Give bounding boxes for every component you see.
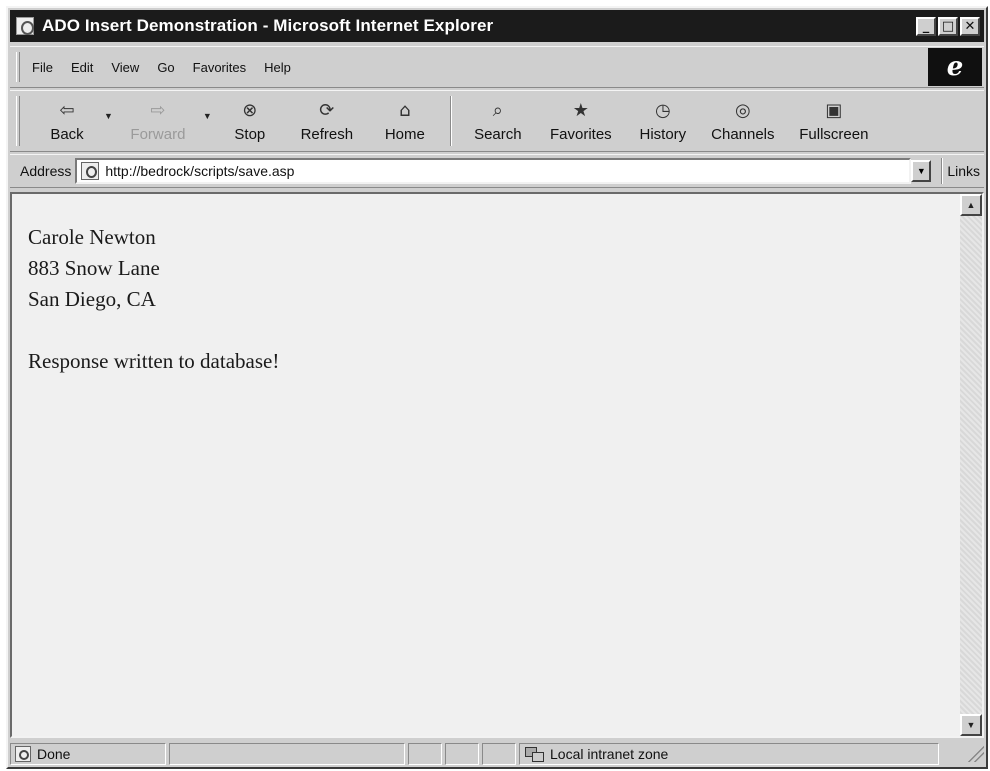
- local-intranet-icon: [524, 746, 544, 762]
- menu-bar: File Edit View Go Favorites Help e: [10, 46, 984, 88]
- stop-icon: ⊗: [242, 100, 258, 121]
- back-button[interactable]: ⇦ Back: [32, 93, 102, 149]
- fullscreen-label: Fullscreen: [799, 125, 869, 143]
- forward-button[interactable]: ⇨ Forward: [115, 93, 201, 149]
- menu-grip[interactable]: [16, 52, 20, 82]
- toolbar-separator: [449, 96, 452, 146]
- history-label: History: [639, 125, 687, 143]
- zone-text: Local intranet zone: [550, 746, 669, 762]
- browser-window: ADO Insert Demonstration - Microsoft Int…: [6, 6, 988, 769]
- menu-help[interactable]: Help: [264, 60, 291, 75]
- back-label: Back: [50, 125, 84, 143]
- search-button[interactable]: ⌕ Search: [460, 93, 536, 149]
- stop-button[interactable]: ⊗ Stop: [214, 93, 286, 149]
- search-label: Search: [474, 125, 522, 143]
- status-text-panel: Done: [10, 743, 166, 765]
- status-text: Done: [37, 746, 71, 762]
- fullscreen-button[interactable]: ▣ Fullscreen: [786, 93, 882, 149]
- minimize-button[interactable]: _: [916, 16, 936, 36]
- refresh-button[interactable]: ⟳ Refresh: [286, 93, 368, 149]
- status-panel: [408, 743, 442, 765]
- title-bar[interactable]: ADO Insert Demonstration - Microsoft Int…: [10, 10, 984, 42]
- channels-icon: ◎: [734, 100, 751, 121]
- status-panel: [445, 743, 479, 765]
- home-button[interactable]: ⌂ Home: [368, 93, 442, 149]
- address-label: Address: [20, 163, 72, 179]
- forward-arrow-icon: ⇨: [150, 100, 166, 121]
- street-line: 883 Snow Lane: [28, 256, 160, 280]
- favorites-button[interactable]: ★ Favorites: [536, 93, 626, 149]
- vertical-scrollbar[interactable]: ▲ ▼: [960, 194, 982, 736]
- address-bar: Address http://bedrock/scripts/save.asp …: [10, 154, 984, 188]
- page-body: Carole Newton 883 Snow Lane San Diego, C…: [28, 222, 279, 377]
- home-icon: ⌂: [399, 100, 411, 121]
- success-message: Response written to database!: [28, 349, 280, 373]
- scroll-down-button[interactable]: ▼: [960, 714, 982, 736]
- links-button[interactable]: Links: [947, 163, 980, 179]
- stop-label: Stop: [234, 125, 266, 143]
- zone-panel: Local intranet zone: [519, 743, 939, 765]
- status-panel: [482, 743, 516, 765]
- search-icon: ⌕: [492, 100, 503, 121]
- address-url[interactable]: http://bedrock/scripts/save.asp: [105, 163, 294, 179]
- menu-file[interactable]: File: [32, 60, 53, 75]
- address-dropdown-button[interactable]: ▼: [911, 160, 932, 182]
- menu-edit[interactable]: Edit: [71, 60, 93, 75]
- ie-page-icon: [15, 746, 31, 762]
- window-title: ADO Insert Demonstration - Microsoft Int…: [42, 16, 494, 35]
- forward-label: Forward: [130, 125, 186, 143]
- back-dropdown-icon[interactable]: ▼: [104, 111, 113, 121]
- close-button[interactable]: ✕: [960, 16, 980, 36]
- favorites-icon: ★: [572, 100, 589, 121]
- address-separator: [941, 158, 944, 184]
- city-line: San Diego, CA: [28, 287, 156, 311]
- resize-grip[interactable]: [968, 746, 984, 762]
- toolbar-grip[interactable]: [16, 96, 20, 146]
- history-icon: ◷: [654, 100, 671, 121]
- channels-button[interactable]: ◎ Channels: [700, 93, 786, 149]
- forward-dropdown-icon[interactable]: ▼: [203, 111, 212, 121]
- scroll-up-button[interactable]: ▲: [960, 194, 982, 216]
- home-label: Home: [384, 125, 425, 143]
- status-progress-panel: [169, 743, 405, 765]
- refresh-label: Refresh: [300, 125, 354, 143]
- status-bar: Done Local intranet zone: [10, 742, 984, 766]
- back-arrow-icon: ⇦: [59, 100, 75, 121]
- menu-go[interactable]: Go: [157, 60, 174, 75]
- menu-favorites[interactable]: Favorites: [193, 60, 246, 75]
- maximize-button[interactable]: □: [938, 16, 958, 36]
- page-content: Carole Newton 883 Snow Lane San Diego, C…: [10, 192, 984, 738]
- address-input[interactable]: http://bedrock/scripts/save.asp: [75, 158, 912, 184]
- ie-page-icon: [16, 17, 34, 35]
- window-controls: _ □ ✕: [916, 16, 980, 36]
- fullscreen-icon: ▣: [825, 100, 843, 121]
- standard-toolbar: ⇦ Back ▼ ⇨ Forward ▼ ⊗ Stop ⟳ Refresh ⌂ …: [10, 90, 984, 152]
- favorites-label: Favorites: [550, 125, 612, 143]
- refresh-icon: ⟳: [319, 100, 335, 121]
- history-button[interactable]: ◷ History: [626, 93, 700, 149]
- menu-view[interactable]: View: [111, 60, 139, 75]
- name-line: Carole Newton: [28, 225, 156, 249]
- ie-logo-icon: e: [928, 48, 982, 86]
- channels-label: Channels: [711, 125, 775, 143]
- ie-page-icon: [81, 162, 100, 180]
